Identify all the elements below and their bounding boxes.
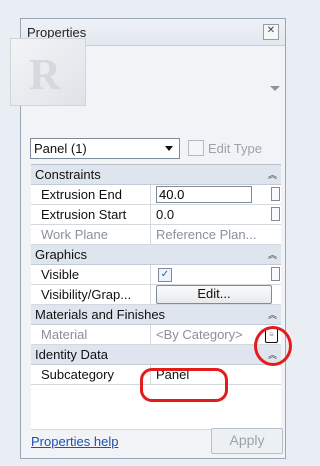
- close-icon[interactable]: ✕: [263, 24, 279, 40]
- subcategory-dropdown[interactable]: Panel: [151, 365, 281, 384]
- extrusion-start-value: 0.0: [156, 207, 175, 222]
- chevron-up-icon[interactable]: ︽: [268, 308, 277, 321]
- chevron-up-icon[interactable]: ︽: [268, 248, 277, 261]
- row-extrusion-start: Extrusion Start 0.0: [31, 205, 281, 225]
- section-graphics[interactable]: Graphics ︽: [31, 245, 281, 265]
- type-preview-image: R: [10, 38, 86, 106]
- chevron-up-icon[interactable]: ︽: [268, 168, 277, 181]
- subcategory-value: Panel: [156, 367, 190, 382]
- properties-help-link[interactable]: Properties help: [31, 434, 118, 449]
- row-label: Extrusion End: [31, 185, 151, 204]
- type-selector-dropdown[interactable]: Panel (1): [30, 137, 180, 159]
- work-plane-value: Reference Plan...: [156, 227, 257, 242]
- browse-icon[interactable]: ≡: [265, 328, 278, 343]
- extrusion-start-field[interactable]: 0.0: [151, 205, 281, 224]
- section-label: Constraints: [35, 167, 101, 182]
- row-value: [151, 185, 281, 204]
- row-label: Subcategory: [31, 365, 151, 384]
- type-selector-bar: Panel (1) Edit Type: [30, 136, 282, 160]
- edit-type-label: Edit Type: [208, 140, 262, 156]
- visibility-edit-button[interactable]: Edit...: [156, 285, 272, 304]
- row-material: Material <By Category> ≡: [31, 325, 281, 345]
- associate-parameter-button[interactable]: [271, 187, 280, 201]
- edit-type-button[interactable]: Edit Type: [188, 140, 262, 156]
- row-work-plane: Work Plane Reference Plan...: [31, 225, 281, 245]
- row-visible: Visible ✓: [31, 265, 281, 285]
- row-visibility-graphics: Visibility/Grap... Edit...: [31, 285, 281, 305]
- section-label: Graphics: [35, 247, 88, 262]
- chevron-down-icon: [165, 145, 173, 151]
- row-value: ✓: [151, 265, 281, 284]
- row-label: Extrusion Start: [31, 205, 151, 224]
- chevron-up-icon[interactable]: ︽: [268, 348, 277, 361]
- material-value: <By Category>: [156, 327, 243, 342]
- row-extrusion-end: Extrusion End: [31, 185, 281, 205]
- material-field[interactable]: <By Category> ≡: [151, 325, 281, 344]
- section-label: Materials and Finishes: [35, 307, 166, 322]
- apply-button[interactable]: Apply: [211, 428, 283, 454]
- extrusion-end-input[interactable]: [156, 186, 252, 203]
- grid-empty-area: [31, 385, 281, 430]
- row-label: Work Plane: [31, 225, 151, 244]
- section-materials[interactable]: Materials and Finishes ︽: [31, 305, 281, 325]
- palette-footer: Properties help Apply: [31, 428, 283, 454]
- row-value: Edit...: [151, 285, 281, 304]
- preview-expand-icon[interactable]: [270, 86, 280, 91]
- revit-logo-icon: R: [29, 50, 61, 99]
- row-label: Material: [31, 325, 151, 344]
- row-subcategory: Subcategory Panel: [31, 365, 281, 385]
- section-identity[interactable]: Identity Data ︽: [31, 345, 281, 365]
- section-label: Identity Data: [35, 347, 108, 362]
- associate-parameter-button[interactable]: [271, 267, 280, 281]
- properties-grid: Constraints ︽ Extrusion End Extrusion St…: [31, 164, 281, 430]
- edit-type-icon: [188, 140, 204, 156]
- row-label: Visible: [31, 265, 151, 284]
- row-label: Visibility/Grap...: [31, 285, 151, 304]
- visible-checkbox[interactable]: ✓: [158, 267, 172, 282]
- section-constraints[interactable]: Constraints ︽: [31, 165, 281, 185]
- associate-parameter-button[interactable]: [271, 207, 280, 221]
- type-selector-value: Panel (1): [34, 140, 87, 156]
